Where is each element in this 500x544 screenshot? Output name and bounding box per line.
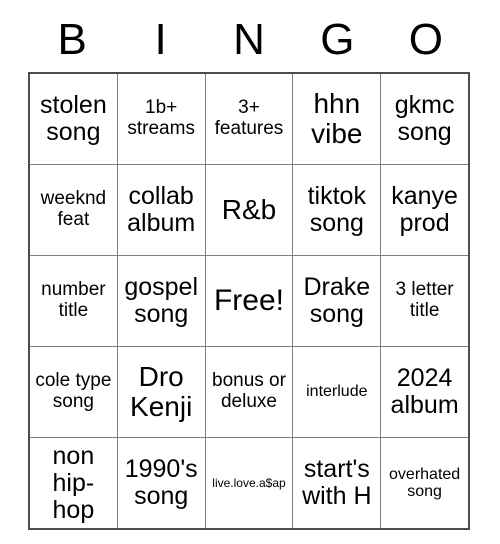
bingo-cell[interactable]: start's with H	[292, 437, 382, 530]
bingo-header-letter-b: B	[57, 15, 87, 64]
bingo-cell[interactable]: R&b	[204, 164, 294, 256]
bingo-header-row: B I N G O	[28, 8, 470, 72]
bingo-cell-label: kanye prod	[391, 182, 458, 237]
bingo-cell-label: bonus or deluxe	[212, 370, 286, 412]
bingo-cell-label: cole type song	[35, 370, 112, 412]
bingo-cell-label: overhated song	[389, 465, 461, 500]
bingo-cell[interactable]: Drake song	[292, 255, 382, 347]
bingo-cell[interactable]: interlude	[292, 346, 382, 438]
bingo-cell[interactable]: live.love.a$ap	[204, 437, 294, 530]
bingo-grid: stolen song 1b+ streams 3+ features hhn …	[28, 72, 470, 530]
bingo-cell-label: live.love.a$ap	[212, 475, 286, 490]
bingo-cell-label: collab album	[127, 182, 196, 237]
bingo-cell[interactable]: Dro Kenji	[116, 346, 206, 438]
bingo-cell[interactable]: 3 letter title	[380, 255, 470, 347]
bingo-cell[interactable]: 2024 album	[380, 346, 470, 438]
bingo-cell-label: R&b	[221, 193, 277, 225]
bingo-cell[interactable]: 3+ features	[204, 72, 294, 165]
bingo-cell-label: Dro Kenji	[130, 360, 193, 422]
bingo-cell-label: gospel song	[124, 273, 198, 328]
bingo-row: number title gospel song Free! Drake son…	[28, 255, 470, 347]
bingo-cell[interactable]: gospel song	[116, 255, 206, 347]
bingo-cell[interactable]: gkmc song	[380, 72, 470, 165]
bingo-card: B I N G O stolen song 1b+ streams 3+ fea…	[28, 8, 470, 530]
bingo-cell-label: gkmc song	[394, 91, 455, 146]
bingo-cell-free[interactable]: Free!	[204, 255, 294, 347]
bingo-cell-label: Drake song	[303, 273, 371, 328]
bingo-header-letter-g: G	[320, 15, 355, 64]
bingo-cell-label: number title	[41, 279, 106, 321]
bingo-cell[interactable]: overhated song	[380, 437, 470, 530]
bingo-header-letter-o: O	[408, 15, 443, 64]
bingo-cell[interactable]: cole type song	[28, 346, 118, 438]
bingo-cell-label: tiktok song	[307, 182, 366, 237]
bingo-row: stolen song 1b+ streams 3+ features hhn …	[28, 72, 470, 165]
bingo-cell[interactable]: non hip-hop	[28, 437, 118, 530]
bingo-cell-label: hhn vibe	[311, 87, 363, 149]
bingo-row: cole type song Dro Kenji bonus or deluxe…	[28, 346, 470, 438]
bingo-cell-label: weeknd feat	[40, 188, 107, 230]
bingo-row: weeknd feat collab album R&b tiktok song…	[28, 164, 470, 256]
bingo-cell-label: 3+ features	[214, 97, 284, 139]
bingo-cell-label: non hip-hop	[52, 441, 95, 524]
bingo-cell-label: 1990's song	[124, 455, 198, 510]
bingo-cell-label: 3 letter title	[395, 279, 454, 321]
bingo-cell[interactable]: bonus or deluxe	[204, 346, 294, 438]
bingo-cell-label: stolen song	[40, 91, 107, 146]
bingo-cell-label: start's with H	[302, 455, 372, 510]
bingo-cell[interactable]: 1990's song	[116, 437, 206, 530]
bingo-cell[interactable]: tiktok song	[292, 164, 382, 256]
bingo-cell-label: 2024 album	[390, 364, 459, 419]
bingo-cell[interactable]: 1b+ streams	[116, 72, 206, 165]
bingo-cell[interactable]: weeknd feat	[28, 164, 118, 256]
bingo-cell[interactable]: hhn vibe	[292, 72, 382, 165]
bingo-header-letter-i: I	[154, 15, 167, 64]
bingo-cell[interactable]: number title	[28, 255, 118, 347]
bingo-cell[interactable]: kanye prod	[380, 164, 470, 256]
bingo-cell-label: 1b+ streams	[127, 97, 195, 139]
bingo-cell-label: Free!	[213, 283, 284, 317]
bingo-cell[interactable]: stolen song	[28, 72, 118, 165]
bingo-row: non hip-hop 1990's song live.love.a$ap s…	[28, 437, 470, 530]
bingo-cell[interactable]: collab album	[116, 164, 206, 256]
bingo-cell-label: interlude	[306, 383, 368, 401]
bingo-header-letter-n: N	[233, 15, 265, 64]
